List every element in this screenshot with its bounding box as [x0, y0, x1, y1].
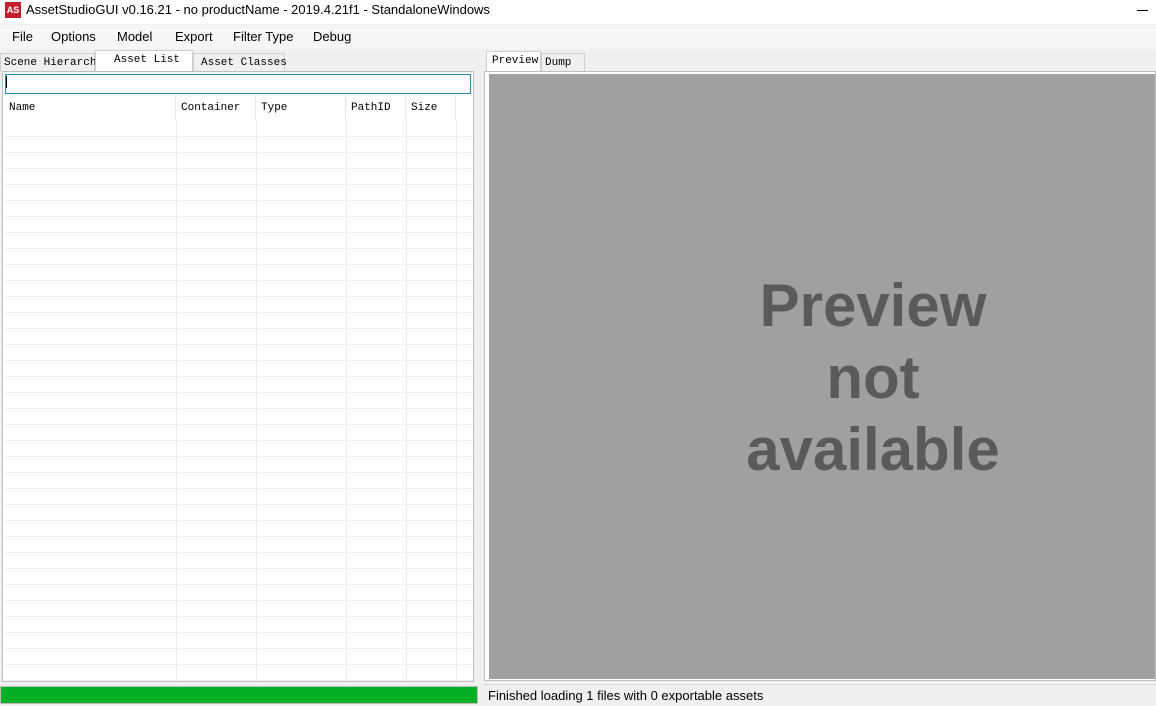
- menu-export[interactable]: Export: [175, 29, 213, 44]
- right-panel: Preview Dump Preview not available: [484, 50, 1156, 682]
- asset-list-panel: Name Container Type PathID Size: [2, 71, 474, 682]
- table-grid-line: [4, 648, 473, 649]
- table-grid-line: [4, 232, 473, 233]
- tab-preview[interactable]: Preview: [486, 51, 541, 72]
- preview-area: Preview not available: [489, 74, 1155, 679]
- column-header-pathid[interactable]: PathID: [346, 96, 406, 120]
- table-grid-line: [4, 200, 473, 201]
- table-grid-line: [4, 440, 473, 441]
- table-grid-line: [4, 488, 473, 489]
- table-grid-line: [4, 568, 473, 569]
- tab-asset-list[interactable]: Asset List: [95, 50, 193, 72]
- column-header-name[interactable]: Name: [4, 96, 176, 120]
- table-grid-line: [4, 136, 473, 137]
- table-grid-line: [4, 520, 473, 521]
- table-grid-column-line: [456, 120, 457, 681]
- table-grid-column-line: [256, 120, 257, 681]
- table-grid-column-line: [406, 120, 407, 681]
- table-grid-line: [4, 248, 473, 249]
- menu-filter-type[interactable]: Filter Type: [233, 29, 293, 44]
- table-grid-line: [4, 344, 473, 345]
- preview-message: Preview not available: [746, 272, 1000, 483]
- table-grid-line: [4, 376, 473, 377]
- table-grid-line: [4, 152, 473, 153]
- table-grid-line: [4, 584, 473, 585]
- column-header-type[interactable]: Type: [256, 96, 346, 120]
- tab-dump[interactable]: Dump: [541, 53, 585, 72]
- table-grid-line: [4, 184, 473, 185]
- table-grid-line: [4, 680, 473, 681]
- menu-options[interactable]: Options: [51, 29, 96, 44]
- table-grid-line: [4, 536, 473, 537]
- progress-bar: [0, 686, 478, 704]
- table-grid-column-line: [176, 120, 177, 681]
- table-grid-line: [4, 328, 473, 329]
- table-grid-line: [4, 216, 473, 217]
- table-grid-line: [4, 392, 473, 393]
- preview-panel: Preview not available: [484, 71, 1156, 681]
- table-grid-line: [4, 264, 473, 265]
- table-grid-line: [4, 280, 473, 281]
- table-grid-line: [4, 296, 473, 297]
- table-grid-line: [4, 312, 473, 313]
- table-grid-line: [4, 504, 473, 505]
- table-grid-line: [4, 616, 473, 617]
- asset-table: Name Container Type PathID Size: [4, 96, 473, 681]
- title-bar: AS AssetStudioGUI v0.16.21 - no productN…: [0, 0, 1156, 24]
- menu-file[interactable]: File: [12, 29, 33, 44]
- minimize-button[interactable]: [1132, 0, 1156, 24]
- window-title: AssetStudioGUI v0.16.21 - no productName…: [26, 2, 490, 17]
- table-grid-line: [4, 360, 473, 361]
- column-header-container[interactable]: Container: [176, 96, 256, 120]
- status-bar: Finished loading 1 files with 0 exportab…: [484, 684, 1156, 706]
- table-grid-line: [4, 472, 473, 473]
- table-grid-line: [4, 664, 473, 665]
- app-icon: AS: [5, 2, 21, 18]
- progress-fill: [1, 687, 477, 703]
- table-grid-line: [4, 424, 473, 425]
- tab-asset-classes[interactable]: Asset Classes: [193, 53, 287, 72]
- panel-splitter[interactable]: [479, 50, 483, 706]
- column-header-size[interactable]: Size: [406, 96, 456, 120]
- search-input[interactable]: [5, 74, 471, 94]
- tab-scene-hierarchy[interactable]: Scene Hierarchy: [0, 53, 103, 72]
- table-grid-line: [4, 600, 473, 601]
- table-grid-line: [4, 456, 473, 457]
- menu-debug[interactable]: Debug: [313, 29, 351, 44]
- left-panel: Scene Hierarchy Asset List Asset Classes…: [0, 50, 478, 704]
- table-grid-column-line: [346, 120, 347, 681]
- table-grid-line: [4, 408, 473, 409]
- table-grid-line: [4, 632, 473, 633]
- table-grid-line: [4, 168, 473, 169]
- table-grid-line: [4, 552, 473, 553]
- text-caret: [6, 76, 7, 88]
- status-text: Finished loading 1 files with 0 exportab…: [488, 688, 764, 703]
- menu-model[interactable]: Model: [117, 29, 152, 44]
- menu-bar: File Options Model Export Filter Type De…: [0, 25, 1156, 49]
